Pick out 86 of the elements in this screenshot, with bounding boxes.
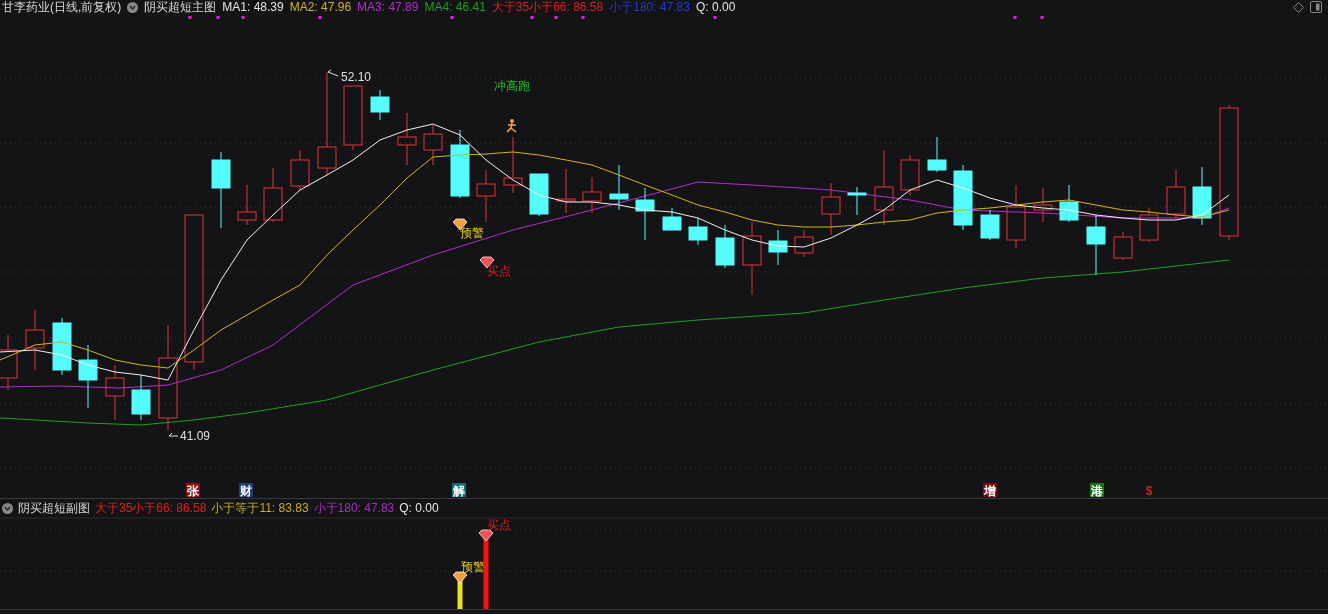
collapse-icon[interactable] [2, 502, 13, 514]
candle [794, 229, 814, 258]
legend-value: Q: 0.00 [695, 1, 736, 13]
candle [768, 229, 788, 266]
legend-value: Q: 0.00 [399, 502, 439, 514]
candle [715, 224, 735, 269]
diamond-icon[interactable] [1293, 1, 1304, 13]
candle [263, 167, 283, 223]
candle [105, 364, 125, 421]
legend-value: 大于35小于66: 86.58 [95, 502, 207, 514]
stock-title: 甘李药业(日线,前复权) [2, 1, 122, 13]
candle [290, 149, 310, 191]
legend-value: 小于180: 47.83 [609, 1, 690, 13]
panel-toggle-icon[interactable] [1310, 1, 1322, 13]
event-mark [581, 16, 585, 19]
candle [423, 124, 443, 166]
news-tag[interactable]: 财 [239, 483, 253, 498]
runner-icon [506, 119, 517, 133]
signal-bar [483, 537, 489, 609]
indicator-name: 阴买超短副图 [18, 502, 90, 514]
candle [662, 207, 682, 231]
signal-label: 预警 [460, 226, 484, 240]
event-mark [1013, 16, 1017, 19]
candle [131, 374, 151, 421]
news-tag[interactable]: 张 [186, 483, 200, 498]
candle [52, 317, 72, 376]
gem-icon [478, 529, 494, 542]
candle [900, 154, 920, 196]
candle [847, 186, 867, 216]
candle [25, 309, 45, 371]
candle [582, 176, 602, 214]
event-mark [216, 16, 220, 19]
candle [1086, 214, 1106, 276]
indicator-name: 阴买超短主图 [144, 1, 217, 13]
candle [1166, 169, 1186, 219]
legend-value: MA3: 47.89 [357, 1, 419, 13]
event-mark [713, 16, 717, 19]
gem-icon [452, 571, 468, 584]
candle [237, 184, 257, 226]
high-price-label: 52.10 [341, 70, 372, 84]
candle [450, 129, 470, 199]
news-tag[interactable]: 增 [983, 483, 997, 498]
legend-value: 小于等于11: 83.83 [211, 502, 309, 514]
candle [1059, 184, 1079, 223]
candle [370, 89, 390, 121]
candle [476, 169, 496, 223]
candle [953, 164, 973, 231]
candle [397, 112, 417, 166]
candle [927, 136, 947, 173]
candle [821, 182, 841, 236]
candle [1006, 184, 1026, 249]
candle [0, 334, 18, 391]
candle [1113, 231, 1133, 261]
candle [529, 173, 549, 217]
candle [1033, 187, 1053, 223]
legend-value: MA4: 46.41 [424, 1, 486, 13]
event-mark [241, 16, 245, 19]
event-mark [530, 16, 534, 19]
signal-label: 冲高跑 [494, 79, 530, 93]
legend-value: 小于180: 47.83 [313, 502, 395, 514]
signal-label: 买点 [487, 518, 511, 532]
collapse-icon[interactable] [127, 1, 139, 13]
news-tag[interactable]: $ [1145, 484, 1153, 498]
signal-label: 预警 [461, 560, 485, 574]
candle [556, 168, 576, 214]
candle [688, 217, 708, 246]
event-mark [554, 16, 558, 19]
event-mark [318, 16, 322, 19]
candle [609, 164, 629, 211]
candle [78, 344, 98, 409]
news-tag[interactable]: 港 [1090, 483, 1104, 498]
candle [1192, 166, 1212, 226]
signal-label: 买点 [487, 264, 511, 278]
news-tag[interactable]: 解 [452, 483, 466, 498]
event-mark [188, 16, 192, 19]
candle [980, 209, 1000, 241]
event-mark [1040, 16, 1044, 19]
candle [1139, 207, 1159, 243]
event-mark [450, 16, 454, 19]
legend-value: 大于35小于66: 86.58 [491, 1, 604, 13]
candle [343, 85, 363, 151]
legend-value: MA2: 47.96 [289, 1, 352, 13]
candle [635, 187, 655, 241]
low-price-label: 41.09 [180, 429, 211, 443]
candle [503, 136, 523, 194]
legend-value: MA1: 48.39 [222, 1, 284, 13]
